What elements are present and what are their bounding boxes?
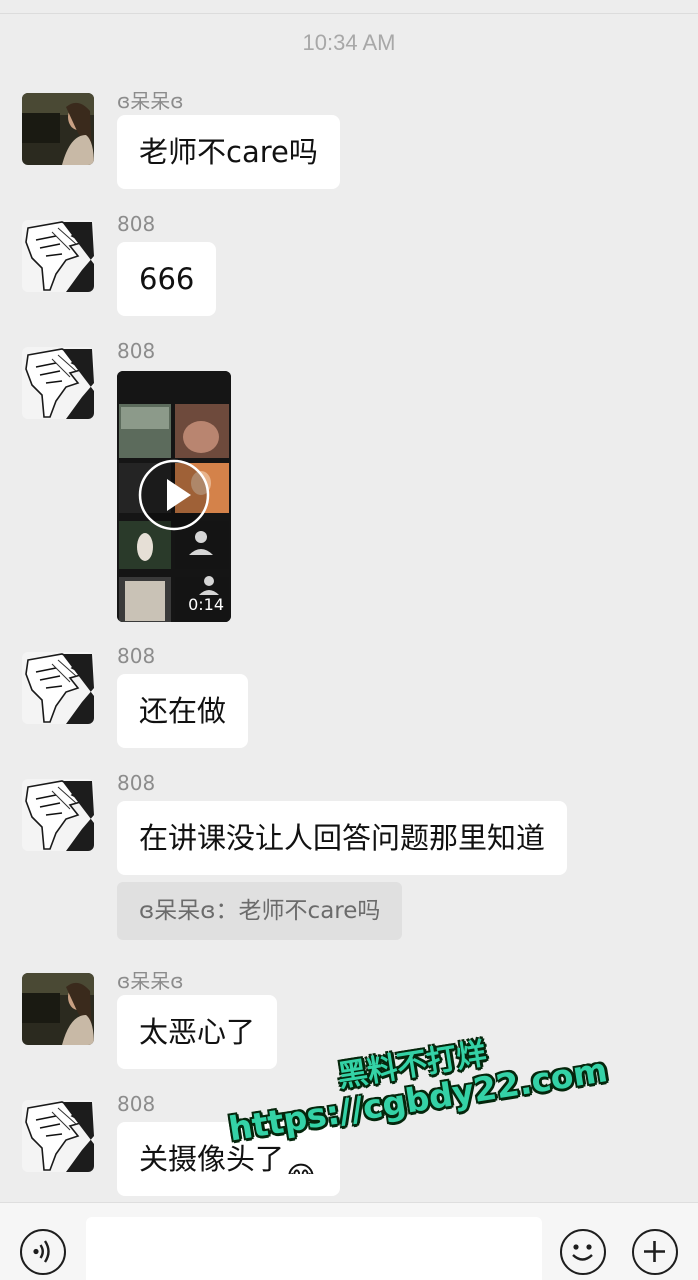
voice-icon[interactable] <box>20 1229 66 1275</box>
avatar-manga[interactable] <box>22 779 94 851</box>
laughing-crying-emoji-icon: 😂 <box>284 1140 318 1174</box>
chat-timestamp: 10:34 AM <box>302 30 396 55</box>
message-bubble[interactable]: 还在做 <box>117 674 249 748</box>
quoted-reply[interactable]: ɞ呆呆ɞ：老师不care吗 <box>117 882 403 940</box>
avatar-manga[interactable] <box>22 1100 94 1172</box>
sender-name: 808 <box>117 212 156 236</box>
avatar-manga[interactable] <box>22 652 94 724</box>
top-divider <box>0 13 698 14</box>
message-bubble[interactable]: 太恶心了 <box>117 995 278 1069</box>
message-bubble[interactable]: 666 <box>117 242 217 316</box>
emoji-icon[interactable] <box>560 1229 606 1275</box>
sender-name: ɞ呆呆ɞ <box>117 89 184 113</box>
message-bubble[interactable]: 老师不care吗 <box>117 115 340 189</box>
message-text: 关摄像头了 <box>139 1142 285 1176</box>
video-message[interactable]: 0:14 <box>117 371 231 622</box>
input-bar <box>0 1202 698 1280</box>
message-input[interactable] <box>86 1217 542 1280</box>
sender-name: 808 <box>117 339 156 363</box>
sender-name: ɞ呆呆ɞ <box>117 969 184 993</box>
avatar-manga[interactable] <box>22 220 94 292</box>
avatar-girl[interactable] <box>22 973 94 1045</box>
plus-icon[interactable] <box>632 1229 678 1275</box>
video-thumbnail <box>117 371 231 622</box>
sender-name: 808 <box>117 771 156 795</box>
avatar-girl[interactable] <box>22 93 94 165</box>
message-bubble[interactable]: 在讲课没让人回答问题那里知道 <box>117 801 568 875</box>
video-duration: 0:14 <box>188 595 224 614</box>
avatar-manga[interactable] <box>22 347 94 419</box>
sender-name: 808 <box>117 644 156 668</box>
sender-name: 808 <box>117 1092 156 1116</box>
